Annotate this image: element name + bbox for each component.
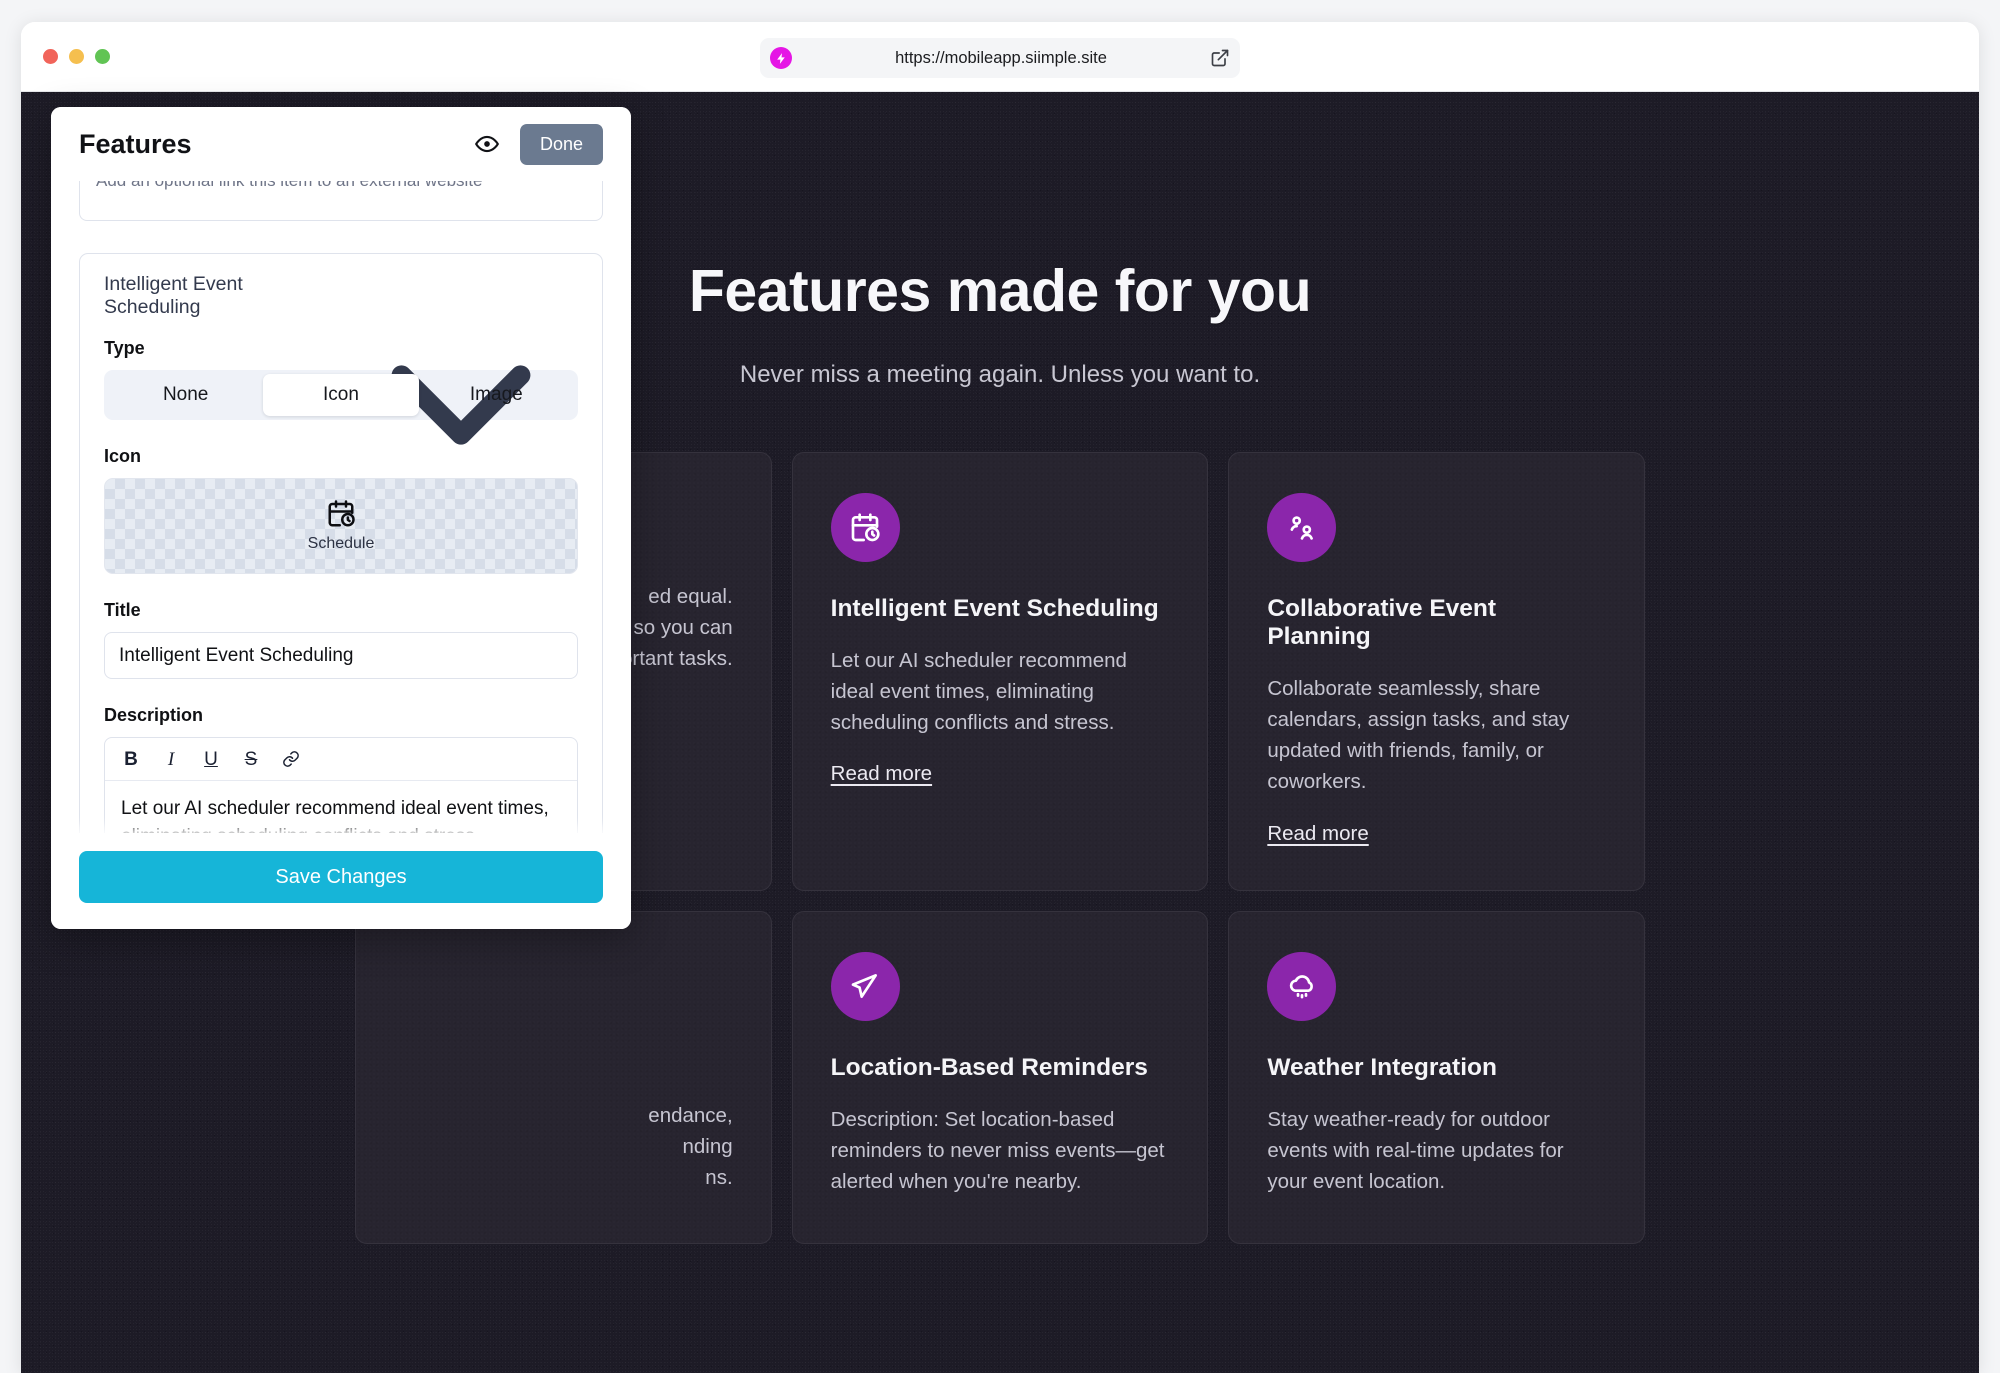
- navigation-arrow-icon: [830, 951, 900, 1021]
- title-input[interactable]: [104, 632, 578, 679]
- maximize-window-button[interactable]: [95, 49, 110, 64]
- feature-card-title: Collaborative Event Planning: [1267, 595, 1497, 650]
- feature-card: Weather Integration Stay weather-ready f…: [1228, 910, 1645, 1244]
- link-icon[interactable]: [281, 749, 301, 769]
- feature-card-description: Let our AI scheduler recommend ideal eve…: [830, 649, 1127, 735]
- type-option-icon[interactable]: Icon: [263, 374, 419, 416]
- accordion-intelligent-event-scheduling: Intelligent Event Scheduling Type None I…: [79, 253, 603, 833]
- icon-preview-caption: Schedule: [307, 535, 375, 552]
- title-field-label: Title: [104, 600, 141, 620]
- panel-header: Features Done: [51, 107, 631, 181]
- feature-card-title: Intelligent Event Scheduling: [830, 595, 1159, 622]
- open-external-icon[interactable]: [1210, 48, 1230, 68]
- strikethrough-icon[interactable]: S: [241, 749, 261, 769]
- eye-icon[interactable]: [470, 127, 504, 161]
- calendar-clock-icon: [328, 500, 355, 527]
- features-editor-panel: Features Done Add an optional link this …: [51, 107, 631, 929]
- type-option-image[interactable]: Image: [419, 374, 574, 416]
- minimize-window-button[interactable]: [69, 49, 84, 64]
- feature-card: Collaborative Event Planning Collaborate…: [1228, 452, 1645, 891]
- feature-card-description: Collaborate seamlessly, share calendars,…: [1267, 677, 1570, 794]
- feature-card-description: Description: Set location-based reminder…: [830, 1107, 1165, 1193]
- feature-card-description: Stay weather-ready for outdoor events wi…: [1267, 1107, 1564, 1193]
- window-traffic-lights: [43, 49, 110, 64]
- chevron-down-icon[interactable]: [342, 286, 580, 445]
- calendar-clock-icon: [830, 493, 900, 562]
- read-more-link[interactable]: Read more: [831, 762, 932, 786]
- screen-root: https://mobileapp.siimple.site Features …: [0, 0, 2000, 1373]
- browser-window: https://mobileapp.siimple.site Features …: [21, 22, 1979, 1373]
- read-more-link[interactable]: Read more: [1267, 822, 1368, 846]
- accordion-header[interactable]: Intelligent Event Scheduling: [80, 254, 602, 445]
- feature-card-description: endance, nding ns.: [648, 1103, 733, 1189]
- underline-icon[interactable]: U: [201, 749, 221, 769]
- description-field-label: Description: [104, 705, 204, 725]
- done-button[interactable]: Done: [519, 123, 603, 165]
- feature-card: endance, nding ns.: [355, 910, 772, 1244]
- type-segmented-control: None Icon Image: [104, 370, 578, 420]
- accordion-label: Intelligent Event Scheduling: [104, 273, 243, 318]
- panel-title: Features: [79, 128, 192, 159]
- bold-icon[interactable]: B: [121, 749, 141, 769]
- description-textarea[interactable]: Let our AI scheduler recommend ideal eve…: [105, 781, 577, 833]
- feature-card-title: Weather Integration: [1267, 1053, 1497, 1081]
- feature-card-title: Location-Based Reminders: [830, 1053, 1148, 1081]
- address-bar[interactable]: https://mobileapp.siimple.site: [760, 38, 1240, 78]
- panel-footer: Save Changes: [51, 833, 631, 929]
- description-field: Description B I U S Let our AI scheduler…: [80, 705, 602, 833]
- external-link-hint-field[interactable]: Add an optional link this item to an ext…: [79, 181, 603, 221]
- cloud-drizzle-icon: [1267, 951, 1337, 1021]
- type-option-none[interactable]: None: [108, 374, 263, 416]
- users-icon: [1267, 493, 1337, 562]
- title-field: Title: [80, 600, 602, 679]
- lightning-bolt-icon: [770, 47, 792, 69]
- close-window-button[interactable]: [43, 49, 58, 64]
- url-text: https://mobileapp.siimple.site: [895, 48, 1107, 67]
- italic-icon[interactable]: I: [161, 749, 181, 769]
- save-changes-button[interactable]: Save Changes: [79, 851, 603, 903]
- browser-titlebar: https://mobileapp.siimple.site: [21, 22, 1979, 92]
- panel-body: Add an optional link this item to an ext…: [51, 181, 631, 833]
- feature-card: Location-Based Reminders Description: Se…: [791, 910, 1209, 1244]
- rich-text-toolbar: B I U S: [105, 738, 577, 781]
- external-link-hint-text: Add an optional link this item to an ext…: [96, 181, 483, 191]
- feature-card: Intelligent Event Scheduling Let our AI …: [791, 452, 1209, 891]
- rich-text-editor: B I U S Let our AI scheduler recommend i…: [104, 737, 578, 833]
